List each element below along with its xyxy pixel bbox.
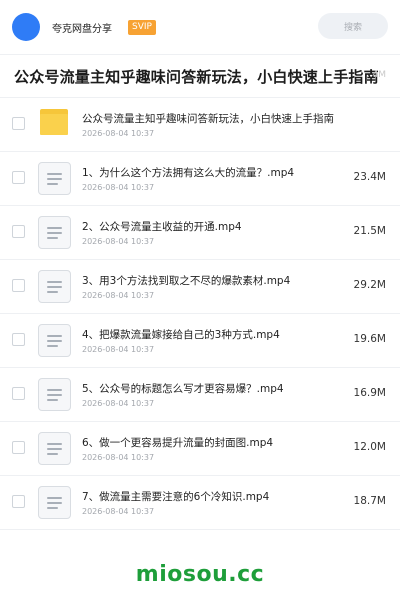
row-checkbox[interactable] — [12, 171, 25, 184]
app-name: 夸克网盘分享 — [52, 23, 112, 35]
file-date: 2026-08-04 10:37 — [82, 291, 155, 300]
row-checkbox[interactable] — [12, 117, 25, 130]
file-size: 23.4M — [353, 171, 386, 183]
search-input[interactable]: 搜索 — [318, 13, 388, 39]
file-icon — [38, 216, 71, 249]
file-icon — [38, 432, 71, 465]
file-icon — [38, 486, 71, 519]
folder-icon — [40, 109, 68, 135]
row-checkbox[interactable] — [12, 279, 25, 292]
row-checkbox[interactable] — [12, 441, 25, 454]
file-icon — [38, 162, 71, 195]
file-row[interactable]: 7、做流量主需要注意的6个冷知识.mp4 2026-08-04 10:37 18.7… — [0, 476, 400, 530]
file-size: 18.7M — [353, 495, 386, 507]
file-date: 2026-08-04 10:37 — [82, 507, 155, 516]
header-bar: 夸克网盘分享 SVIP 搜索 — [0, 0, 400, 54]
row-checkbox[interactable] — [12, 333, 25, 346]
title-bar: 公众号流量主知乎趣味问答新玩法，小白快速上手指南 4M — [0, 54, 400, 98]
file-date: 2026-08-04 10:37 — [82, 399, 155, 408]
file-name: 公众号流量主知乎趣味问答新玩法，小白快速上手指南 — [82, 113, 334, 125]
title-overflow-text: 4M — [372, 70, 387, 80]
file-row[interactable]: 5、公众号的标题怎么写才更容易爆？.mp4 2026-08-04 10:37 16.… — [0, 368, 400, 422]
file-row[interactable]: 2、公众号流量主收益的开通.mp4 2026-08-04 10:37 21.5M — [0, 206, 400, 260]
folder-row[interactable]: 公众号流量主知乎趣味问答新玩法，小白快速上手指南 2026-08-04 10:37 — [0, 98, 400, 152]
file-row[interactable]: 3、用3个方法找到取之不尽的爆款素材.mp4 2026-08-04 10:37 29… — [0, 260, 400, 314]
row-checkbox[interactable] — [12, 225, 25, 238]
file-size: 16.9M — [353, 387, 386, 399]
file-name: 7、做流量主需要注意的6个冷知识.mp4 — [82, 491, 270, 503]
row-checkbox[interactable] — [12, 495, 25, 508]
file-name: 6、做一个更容易提升流量的封面图.mp4 — [82, 437, 274, 449]
file-row[interactable]: 4、把爆款流量嫁接给自己的3种方式.mp4 2026-08-04 10:37 19.… — [0, 314, 400, 368]
file-name: 5、公众号的标题怎么写才更容易爆？.mp4 — [82, 383, 284, 395]
file-date: 2026-08-04 10:37 — [82, 129, 155, 138]
file-date: 2026-08-04 10:37 — [82, 237, 155, 246]
file-name: 1、为什么这个方法拥有这么大的流量？.mp4 — [82, 167, 295, 179]
watermark: miosou.cc — [135, 562, 265, 587]
file-size: 29.2M — [353, 279, 386, 291]
svip-badge: SVIP — [128, 19, 156, 35]
file-size: 12.0M — [353, 441, 386, 453]
file-icon — [38, 270, 71, 303]
file-date: 2026-08-04 10:37 — [82, 183, 155, 192]
file-name: 3、用3个方法找到取之不尽的爆款素材.mp4 — [82, 275, 291, 287]
page-title: 公众号流量主知乎趣味问答新玩法，小白快速上手指南 — [14, 68, 379, 86]
file-row[interactable]: 6、做一个更容易提升流量的封面图.mp4 2026-08-04 10:37 12.0… — [0, 422, 400, 476]
file-size: 21.5M — [353, 225, 386, 237]
file-list: 公众号流量主知乎趣味问答新玩法，小白快速上手指南 2026-08-04 10:37… — [0, 98, 400, 530]
file-size: 19.6M — [353, 333, 386, 345]
file-icon — [38, 378, 71, 411]
file-icon — [38, 324, 71, 357]
file-date: 2026-08-04 10:37 — [82, 453, 155, 462]
file-row[interactable]: 1、为什么这个方法拥有这么大的流量？.mp4 2026-08-04 10:37 23… — [0, 152, 400, 206]
file-name: 2、公众号流量主收益的开通.mp4 — [82, 221, 242, 233]
row-checkbox[interactable] — [12, 387, 25, 400]
file-name: 4、把爆款流量嫁接给自己的3种方式.mp4 — [82, 329, 280, 341]
file-date: 2026-08-04 10:37 — [82, 345, 155, 354]
avatar[interactable] — [12, 13, 40, 41]
